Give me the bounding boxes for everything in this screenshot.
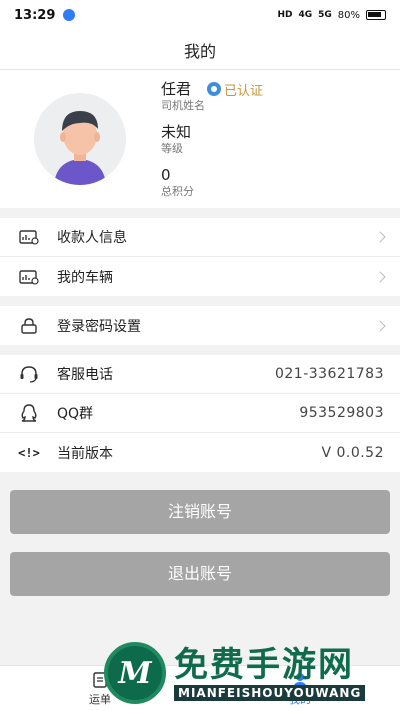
verified-label: 已认证	[224, 83, 264, 99]
avatar[interactable]	[34, 93, 126, 185]
tab-waybill[interactable]: 运单	[0, 666, 200, 711]
driver-name: 任君	[161, 80, 192, 98]
profile-info: 任君 已认证 司机姓名 未知 等级 0 总积分	[161, 79, 263, 199]
waybill-icon	[93, 671, 107, 688]
row-label: 当前版本	[57, 445, 113, 462]
headset-icon	[18, 363, 40, 385]
service-phone-value: 021-33621783	[274, 366, 384, 382]
tab-label: 我的	[289, 692, 311, 706]
qq-icon	[18, 402, 40, 424]
code-icon: <!>	[18, 445, 40, 460]
row-login-password[interactable]: 登录密码设置	[0, 306, 400, 345]
status-time: 13:29	[14, 7, 56, 23]
chevron-right-icon	[374, 319, 386, 332]
avatar-icon	[54, 111, 106, 185]
row-service-phone[interactable]: 客服电话 021-33621783	[0, 355, 400, 394]
verified-badge: 已认证	[207, 80, 263, 99]
profile-icon	[293, 672, 307, 688]
lock-icon	[18, 315, 40, 337]
row-label: 客服电话	[57, 367, 113, 383]
profile-card: 任君 已认证 司机姓名 未知 等级 0 总积分	[0, 70, 400, 208]
4g-signal-icon: 4G	[298, 10, 313, 20]
version-value: V 0.0.52	[321, 444, 384, 461]
cancel-account-button[interactable]: 注销账号	[10, 490, 390, 534]
security-group: 登录密码设置	[0, 306, 400, 345]
payee-card-icon	[18, 226, 40, 248]
hd-indicator: HD	[277, 10, 293, 20]
chevron-right-icon	[374, 270, 386, 283]
contact-group: 客服电话 021-33621783 QQ群 953529803 <!> 当前版本…	[0, 355, 400, 472]
tab-bar: 运单 我的	[0, 665, 400, 711]
row-label: 我的车辆	[57, 269, 113, 286]
page-title: 我的	[183, 41, 216, 61]
row-label: QQ群	[57, 406, 94, 422]
nav-bar: 我的	[0, 30, 400, 70]
row-current-version: <!> 当前版本 V 0.0.52	[0, 433, 400, 472]
battery-icon	[366, 10, 386, 20]
status-indicators: HD 4G 5G 80%	[277, 10, 386, 21]
status-bar: 13:29 HD 4G 5G 80%	[0, 0, 400, 30]
5g-signal-icon: 5G	[318, 10, 332, 20]
row-label: 登录密码设置	[57, 318, 141, 335]
vehicle-card-icon	[18, 266, 40, 288]
total-points: 0	[161, 166, 171, 184]
name-row: 任君 已认证	[161, 79, 263, 99]
driver-name-label: 司机姓名	[161, 99, 205, 112]
logout-button[interactable]: 退出账号	[10, 552, 390, 596]
tab-mine[interactable]: 我的	[200, 666, 400, 711]
qq-group-value: 953529803	[299, 405, 384, 421]
verified-icon	[207, 82, 222, 96]
chevron-right-icon	[374, 231, 386, 243]
row-qq-group[interactable]: QQ群 953529803	[0, 394, 400, 433]
driver-level: 未知	[161, 123, 192, 141]
battery-percent: 80%	[337, 9, 360, 21]
driver-level-label: 等级	[161, 142, 183, 155]
row-label: 收款人信息	[57, 230, 127, 246]
total-points-label: 总积分	[161, 185, 194, 198]
account-group: 收款人信息 我的车辆	[0, 218, 400, 296]
tab-label: 运单	[89, 692, 111, 706]
row-my-vehicle[interactable]: 我的车辆	[0, 257, 400, 296]
notification-dot-icon	[63, 9, 76, 21]
row-payee-info[interactable]: 收款人信息	[0, 218, 400, 257]
